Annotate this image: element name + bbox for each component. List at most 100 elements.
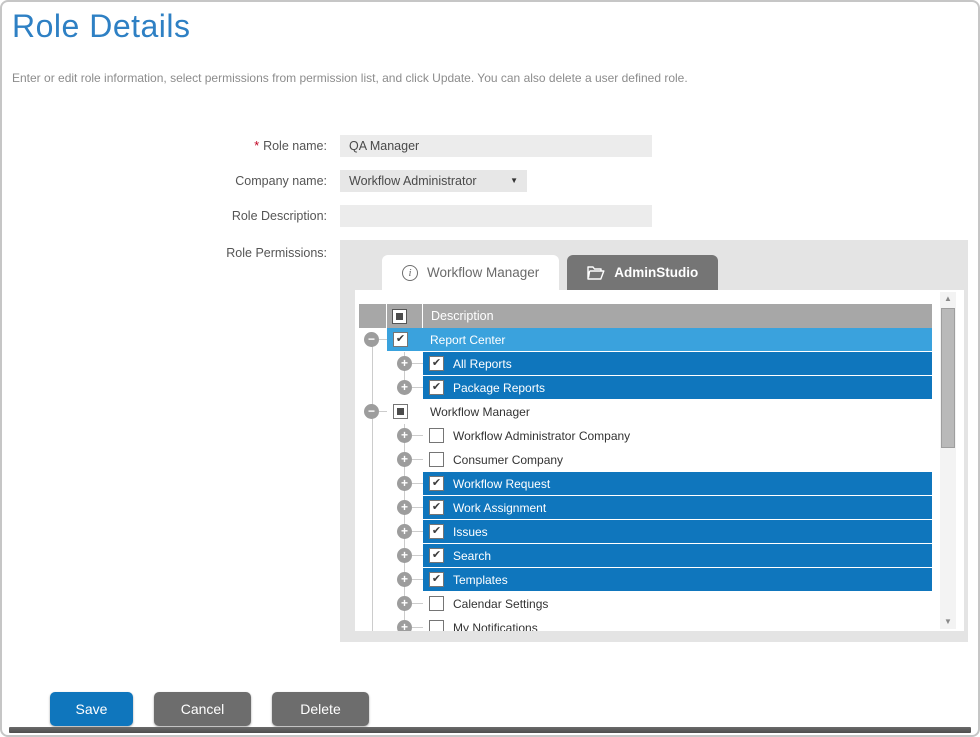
row-checkbox[interactable]	[429, 452, 444, 467]
intro-text: Enter or edit role information, select p…	[12, 71, 968, 85]
role-form: *Role name: Company name: Workflow Admin…	[12, 135, 968, 642]
tab-workflow-manager[interactable]: Workflow Manager	[382, 255, 559, 290]
row-checkbox[interactable]	[429, 476, 444, 491]
tree-connector-line	[372, 376, 373, 400]
row-label: Issues	[453, 525, 488, 539]
scroll-up-icon[interactable]	[940, 292, 956, 306]
row-band[interactable]: Search	[423, 544, 932, 567]
tree-collapse-icon[interactable]	[364, 404, 379, 419]
row-band[interactable]: Workflow Administrator Company	[423, 424, 932, 447]
row-checkbox[interactable]	[429, 500, 444, 515]
role-permissions-panel: Workflow Manager AdminStudio Description	[340, 240, 968, 642]
chevron-down-icon	[510, 176, 518, 185]
scroll-down-icon[interactable]	[940, 615, 956, 629]
row-band[interactable]: All Reports	[423, 352, 932, 375]
tree-collapse-icon[interactable]	[364, 332, 379, 347]
row-band[interactable]: Report Center	[387, 328, 932, 351]
permissions-rows: Report Center All Reports	[359, 328, 932, 631]
permissions-tabs: Workflow Manager AdminStudio	[382, 240, 968, 290]
delete-button[interactable]: Delete	[272, 692, 369, 726]
tree-connector-line	[372, 496, 373, 520]
row-label: Consumer Company	[453, 453, 563, 467]
row-checkbox[interactable]	[393, 332, 408, 347]
row-band[interactable]: Templates	[423, 568, 932, 591]
tree-connector-stub	[412, 435, 423, 436]
tree-root-gutter	[359, 568, 387, 592]
table-row[interactable]: Workflow Request	[359, 472, 932, 496]
tree-connector-stub	[412, 507, 423, 508]
table-row[interactable]: Calendar Settings	[359, 592, 932, 616]
tree-connector-stub	[412, 531, 423, 532]
tree-connector-stub	[379, 411, 387, 412]
table-row[interactable]: Package Reports	[359, 376, 932, 400]
tree-connector-stub	[379, 339, 387, 340]
row-label: Workflow Request	[453, 477, 550, 491]
row-band[interactable]: My Notifications	[423, 616, 932, 631]
row-band[interactable]: Package Reports	[423, 376, 932, 399]
company-name-select[interactable]: Workflow Administrator	[340, 170, 527, 192]
select-all-checkbox[interactable]	[392, 309, 407, 324]
permissions-tree: Description Report Center All Reports	[355, 290, 964, 631]
tree-expand-icon[interactable]	[397, 524, 412, 539]
tree-expand-icon[interactable]	[397, 500, 412, 515]
tree-connector-line	[372, 448, 373, 472]
tree-connector-stub	[412, 603, 423, 604]
tree-expand-icon[interactable]	[397, 572, 412, 587]
tree-connector-line	[372, 568, 373, 592]
row-checkbox[interactable]	[429, 380, 444, 395]
tree-expand-icon[interactable]	[397, 596, 412, 611]
table-row[interactable]: Report Center	[359, 328, 932, 352]
tree-connector-line	[372, 424, 373, 448]
tree-expand-icon[interactable]	[397, 428, 412, 443]
cancel-button[interactable]: Cancel	[154, 692, 251, 726]
row-band[interactable]: Consumer Company	[423, 448, 932, 471]
tree-expand-icon[interactable]	[397, 380, 412, 395]
row-label: Search	[453, 549, 491, 563]
tree-root-gutter	[359, 544, 387, 568]
table-row[interactable]: Templates	[359, 568, 932, 592]
tree-root-gutter	[359, 616, 387, 631]
vertical-scrollbar[interactable]	[940, 292, 956, 629]
table-row[interactable]: Work Assignment	[359, 496, 932, 520]
row-band[interactable]: Workflow Request	[423, 472, 932, 495]
tree-connector-line	[372, 352, 373, 376]
tree-expand-icon[interactable]	[397, 452, 412, 467]
table-row[interactable]: Workflow Manager	[359, 400, 932, 424]
table-row[interactable]: Workflow Administrator Company	[359, 424, 932, 448]
tab-adminstudio[interactable]: AdminStudio	[567, 255, 718, 290]
role-description-input[interactable]	[340, 205, 652, 227]
row-band[interactable]: Workflow Manager	[387, 400, 932, 423]
row-band[interactable]: Issues	[423, 520, 932, 543]
header-checkbox-column	[387, 304, 423, 328]
table-row[interactable]: Issues	[359, 520, 932, 544]
tree-child-gutter	[387, 448, 423, 472]
row-checkbox[interactable]	[429, 356, 444, 371]
table-row[interactable]: Search	[359, 544, 932, 568]
row-band[interactable]: Work Assignment	[423, 496, 932, 519]
save-button[interactable]: Save	[50, 692, 133, 726]
row-checkbox[interactable]	[429, 620, 444, 631]
row-checkbox[interactable]	[429, 596, 444, 611]
tree-child-gutter	[387, 376, 423, 400]
tree-expand-icon[interactable]	[397, 476, 412, 491]
row-label: Report Center	[430, 333, 505, 347]
role-name-input[interactable]	[340, 135, 652, 157]
row-checkbox[interactable]	[429, 572, 444, 587]
tree-expand-icon[interactable]	[397, 548, 412, 563]
page-title: Role Details	[12, 8, 968, 45]
tree-expand-icon[interactable]	[397, 356, 412, 371]
row-band[interactable]: Calendar Settings	[423, 592, 932, 615]
row-checkbox[interactable]	[393, 404, 408, 419]
tree-child-gutter	[387, 544, 423, 568]
company-name-selected-value: Workflow Administrator	[349, 174, 477, 188]
role-details-page: Role Details Enter or edit role informat…	[0, 0, 980, 737]
table-row[interactable]: Consumer Company	[359, 448, 932, 472]
row-checkbox[interactable]	[429, 524, 444, 539]
tree-expand-icon[interactable]	[397, 620, 412, 631]
scrollbar-thumb[interactable]	[941, 308, 955, 448]
row-checkbox[interactable]	[429, 548, 444, 563]
table-row[interactable]: All Reports	[359, 352, 932, 376]
tree-root-gutter	[359, 496, 387, 520]
table-row[interactable]: My Notifications	[359, 616, 932, 631]
row-checkbox[interactable]	[429, 428, 444, 443]
